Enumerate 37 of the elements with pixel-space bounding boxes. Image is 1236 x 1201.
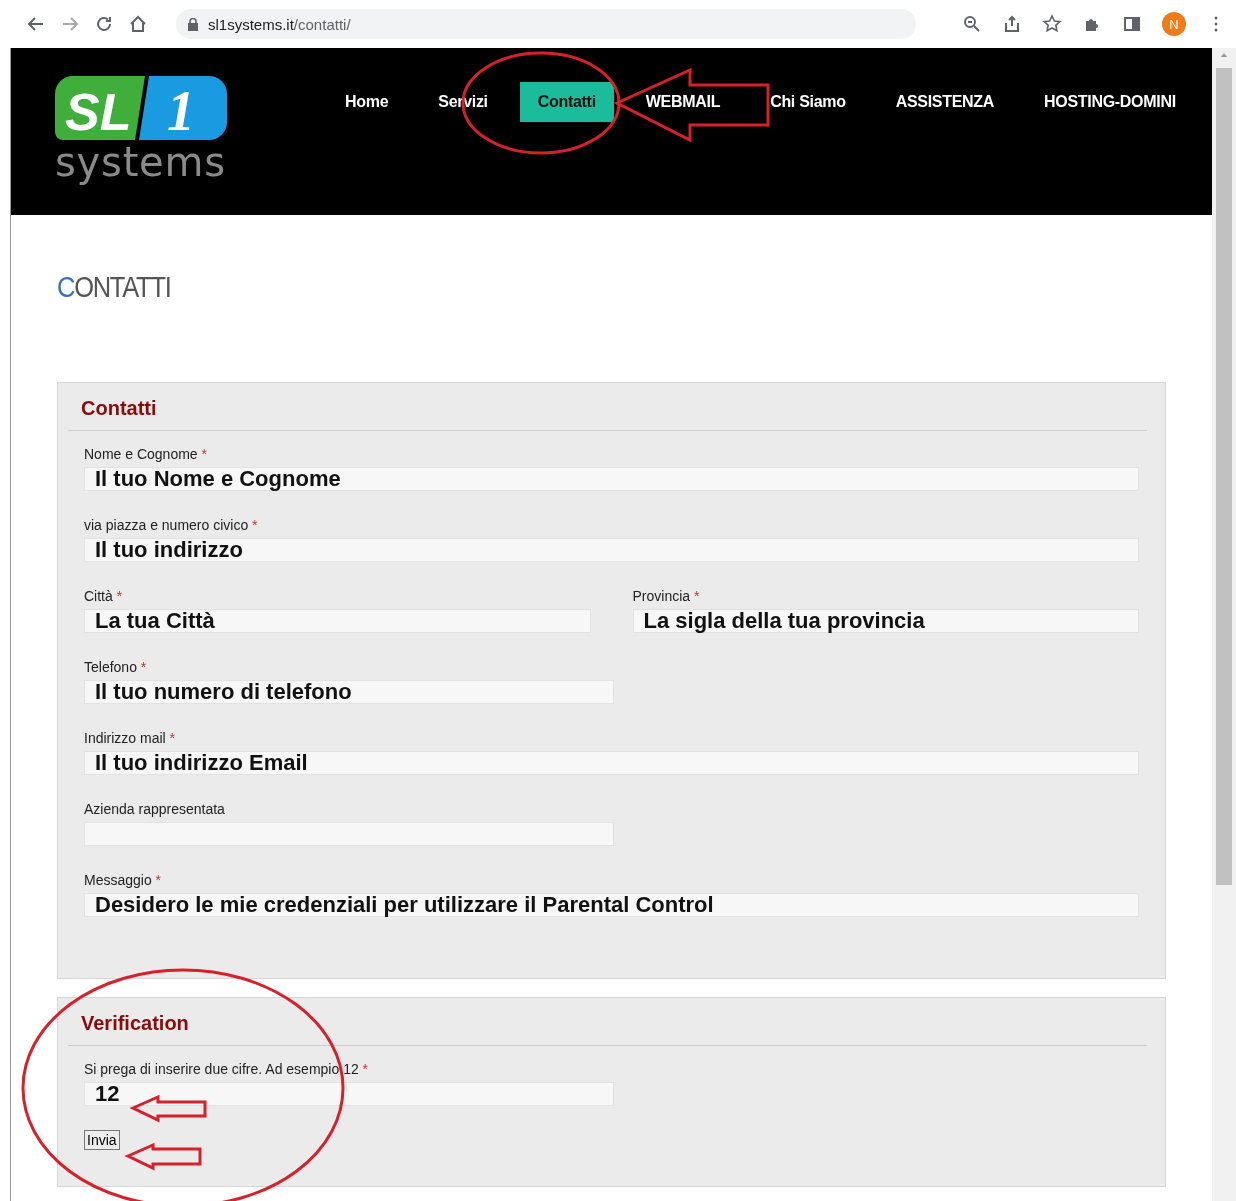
home-icon[interactable] [128,14,148,34]
input-field[interactable]: Il tuo indirizzo [84,538,1139,562]
field-label: Nome e Cognome * [84,445,208,463]
url-text: sl1systems.it/contatti/ [208,15,351,33]
input-field[interactable]: 12 [84,1082,614,1106]
submit-button[interactable]: Invia [84,1130,120,1150]
star-icon[interactable] [1042,14,1062,34]
message-field[interactable]: Desidero le mie credenziali per utilizzare il Parental Control [84,893,1139,917]
reload-icon[interactable] [94,14,114,34]
scrollbar-thumb[interactable] [1216,68,1232,885]
nav-link[interactable]: WEBMAIL [627,82,739,122]
input-field[interactable]: Il tuo numero di telefono [84,680,614,704]
lock-icon [188,17,198,31]
site-logo[interactable]: SL 1 systems [55,76,227,186]
field-label: Città * [84,587,124,605]
nav-link[interactable]: Chi Siamo [752,82,864,122]
section-title: Contatti [81,396,158,421]
nav-link[interactable]: ASSISTENZA [877,82,1013,122]
page-title: CONTATTI [57,270,171,304]
field-label: Si prega di inserire due cifre. Ad esempio 12 * [84,1060,370,1078]
section-title: Verification [81,1011,190,1036]
field-label: via piazza e numero civico * [84,516,259,534]
input-field[interactable]: Il tuo Nome e Cognome [84,467,1139,491]
input-field[interactable]: Il tuo indirizzo Email [84,751,1139,775]
field-label: Azienda rappresentata [84,800,226,818]
input-field[interactable]: La sigla della tua provincia [632,609,1139,633]
nav-link[interactable]: HOSTING-DOMINI [1026,82,1194,122]
field-label: Indirizzo mail * [84,729,177,747]
address-bar[interactable]: sl1systems.it/contatti/ [176,9,916,39]
field-label: Provincia * [632,587,701,605]
share-icon[interactable] [1002,14,1022,34]
zoom-icon[interactable] [962,14,982,34]
field-label: Telefono * [84,658,148,676]
field-label: Messaggio * [84,871,163,889]
input-field[interactable]: La tua Città [84,609,591,633]
nav-link[interactable]: Home [327,82,407,122]
nav-link[interactable]: Contatti [519,82,614,122]
